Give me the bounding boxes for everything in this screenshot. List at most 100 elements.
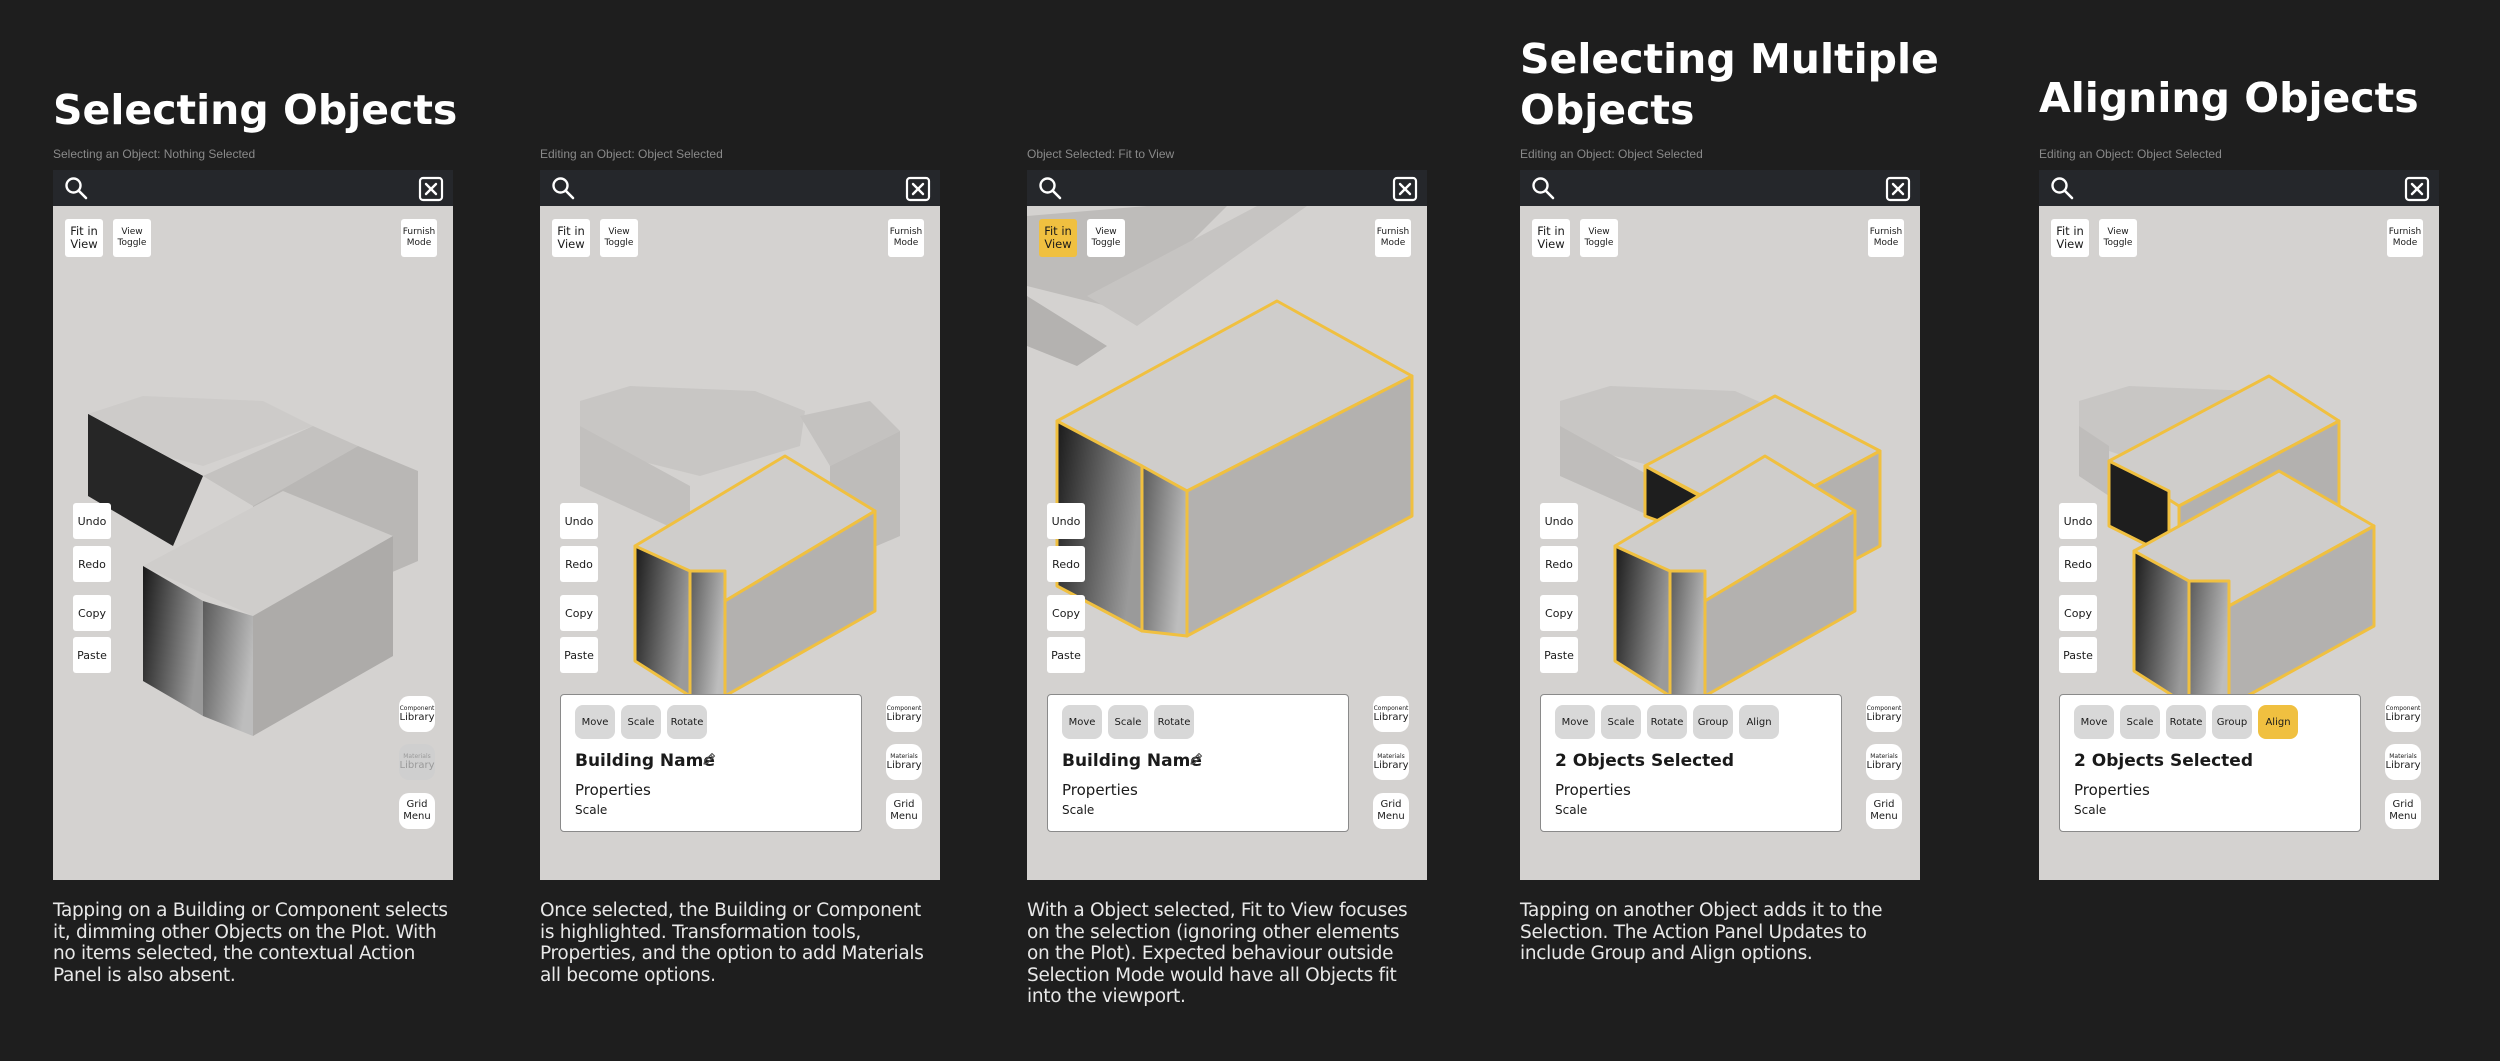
top-bar: [1520, 170, 1920, 206]
undo-button[interactable]: Undo: [2059, 503, 2097, 539]
tool-group-button[interactable]: Group: [2212, 705, 2252, 739]
component-library-button[interactable]: Component Library: [1866, 696, 1902, 732]
grid-menu-button[interactable]: Grid Menu: [1866, 793, 1902, 829]
paste-button[interactable]: Paste: [1047, 637, 1085, 673]
search-icon[interactable]: [1530, 175, 1556, 201]
redo-button[interactable]: Redo: [2059, 546, 2097, 582]
tool-scale-button[interactable]: Scale: [621, 705, 661, 739]
scale-label[interactable]: Scale: [575, 803, 607, 817]
component-library-button[interactable]: Component Library: [1373, 696, 1409, 732]
furnish-mode-button[interactable]: Furnish Mode: [888, 219, 924, 257]
materials-library-button[interactable]: Materials Library: [1373, 744, 1409, 780]
screen-description: With a Object selected, Fit to View focu…: [1027, 900, 1408, 1007]
furnish-mode-button[interactable]: Furnish Mode: [1375, 219, 1411, 257]
redo-button[interactable]: Redo: [560, 546, 598, 582]
tool-scale-button[interactable]: Scale: [1108, 705, 1148, 739]
paste-button[interactable]: Paste: [560, 637, 598, 673]
scale-label[interactable]: Scale: [1555, 803, 1587, 817]
grid-menu-button[interactable]: Grid Menu: [399, 793, 435, 829]
tool-scale-button[interactable]: Scale: [2120, 705, 2160, 739]
redo-button[interactable]: Redo: [73, 546, 111, 582]
fit-in-view-button[interactable]: Fit in View: [2051, 219, 2089, 257]
undo-button[interactable]: Undo: [1047, 503, 1085, 539]
materials-library-button[interactable]: Materials Library: [1866, 744, 1902, 780]
fit-in-view-button[interactable]: Fit in View: [65, 219, 103, 257]
materials-library-button[interactable]: Materials Library: [886, 744, 922, 780]
close-icon[interactable]: [2403, 175, 2431, 203]
component-library-sublabel: Component: [886, 705, 922, 712]
view-toggle-button[interactable]: View Toggle: [600, 219, 638, 257]
selection-title: 2 Objects Selected: [1555, 751, 1734, 771]
copy-button[interactable]: Copy: [560, 595, 598, 631]
undo-button[interactable]: Undo: [1540, 503, 1578, 539]
properties-label[interactable]: Properties: [1555, 781, 1631, 799]
tool-move-button[interactable]: Move: [575, 705, 615, 739]
component-library-button[interactable]: Component Library: [886, 696, 922, 732]
tool-align-button[interactable]: Align: [1739, 705, 1779, 739]
tool-rotate-button[interactable]: Rotate: [1154, 705, 1194, 739]
redo-button[interactable]: Redo: [1047, 546, 1085, 582]
properties-label[interactable]: Properties: [2074, 781, 2150, 799]
view-toggle-button[interactable]: View Toggle: [1580, 219, 1618, 257]
search-icon[interactable]: [2049, 175, 2075, 201]
copy-button[interactable]: Copy: [2059, 595, 2097, 631]
grid-menu-button[interactable]: Grid Menu: [1373, 793, 1409, 829]
screen-description: Tapping on a Building or Component selec…: [53, 900, 448, 986]
search-icon[interactable]: [63, 175, 89, 201]
close-icon[interactable]: [904, 175, 932, 203]
scale-label[interactable]: Scale: [1062, 803, 1094, 817]
furnish-mode-button[interactable]: Furnish Mode: [1868, 219, 1904, 257]
close-icon[interactable]: [1391, 175, 1419, 203]
grid-menu-button[interactable]: Grid Menu: [886, 793, 922, 829]
tool-align-button[interactable]: Align: [2258, 705, 2298, 739]
pencil-icon[interactable]: [701, 751, 717, 767]
building-scene[interactable]: [53, 206, 453, 880]
component-library-sublabel: Component: [1866, 705, 1902, 712]
tool-move-button[interactable]: Move: [2074, 705, 2114, 739]
fit-in-view-button[interactable]: Fit in View: [1039, 219, 1077, 257]
component-library-button[interactable]: Component Library: [399, 696, 435, 732]
copy-button[interactable]: Copy: [1540, 595, 1578, 631]
screen-description: Tapping on another Object adds it to the…: [1520, 900, 1883, 964]
tool-group-button[interactable]: Group: [1693, 705, 1733, 739]
materials-library-button[interactable]: Materials Library: [2385, 744, 2421, 780]
furnish-mode-button[interactable]: Furnish Mode: [2387, 219, 2423, 257]
view-toggle-button[interactable]: View Toggle: [113, 219, 151, 257]
tool-rotate-button[interactable]: Rotate: [1647, 705, 1687, 739]
search-icon[interactable]: [1037, 175, 1063, 201]
scale-label[interactable]: Scale: [2074, 803, 2106, 817]
undo-button[interactable]: Undo: [73, 503, 111, 539]
copy-button[interactable]: Copy: [73, 595, 111, 631]
paste-button[interactable]: Paste: [73, 637, 111, 673]
tool-move-button[interactable]: Move: [1555, 705, 1595, 739]
properties-label[interactable]: Properties: [1062, 781, 1138, 799]
app-screen: Fit in View View Toggle Furnish Mode Undo Re…: [2039, 170, 2439, 880]
tool-scale-button[interactable]: Scale: [1601, 705, 1641, 739]
furnish-mode-button[interactable]: Furnish Mode: [401, 219, 437, 257]
search-icon[interactable]: [550, 175, 576, 201]
tool-rotate-button[interactable]: Rotate: [667, 705, 707, 739]
close-icon[interactable]: [417, 175, 445, 203]
tool-rotate-button[interactable]: Rotate: [2166, 705, 2206, 739]
view-toggle-button[interactable]: View Toggle: [1087, 219, 1125, 257]
fit-in-view-button[interactable]: Fit in View: [1532, 219, 1570, 257]
close-icon[interactable]: [1884, 175, 1912, 203]
section-heading: Selecting Multiple Objects: [1520, 34, 1939, 136]
section-heading-line: Selecting Multiple: [1520, 35, 1939, 83]
selection-title: 2 Objects Selected: [2074, 751, 2253, 771]
paste-button[interactable]: Paste: [2059, 637, 2097, 673]
redo-button[interactable]: Redo: [1540, 546, 1578, 582]
component-library-button[interactable]: Component Library: [2385, 696, 2421, 732]
pencil-icon[interactable]: [1188, 751, 1204, 767]
undo-button[interactable]: Undo: [560, 503, 598, 539]
section-heading-line: Selecting Objects: [53, 86, 458, 134]
component-library-label: Library: [399, 712, 435, 723]
materials-library-label: Library: [886, 760, 922, 771]
tool-move-button[interactable]: Move: [1062, 705, 1102, 739]
copy-button[interactable]: Copy: [1047, 595, 1085, 631]
properties-label[interactable]: Properties: [575, 781, 651, 799]
grid-menu-button[interactable]: Grid Menu: [2385, 793, 2421, 829]
view-toggle-button[interactable]: View Toggle: [2099, 219, 2137, 257]
paste-button[interactable]: Paste: [1540, 637, 1578, 673]
fit-in-view-button[interactable]: Fit in View: [552, 219, 590, 257]
